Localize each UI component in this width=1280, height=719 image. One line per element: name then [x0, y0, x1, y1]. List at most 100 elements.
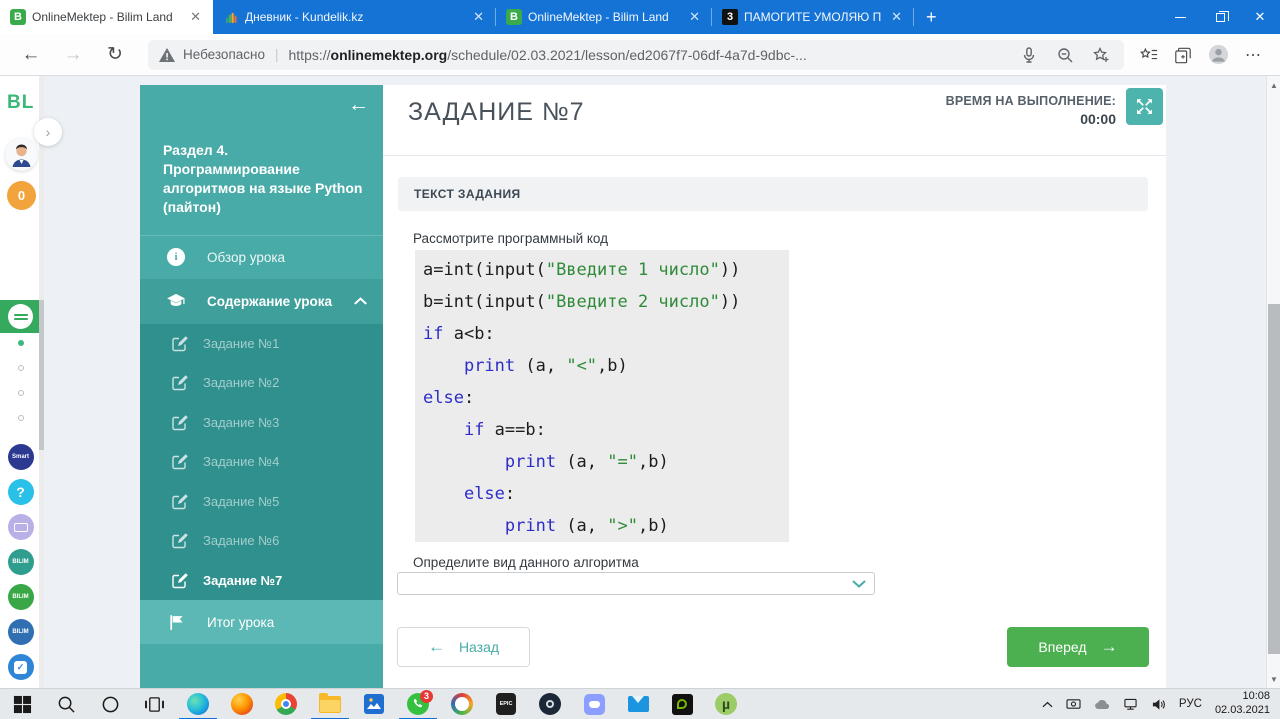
- utorrent-taskbar-icon[interactable]: µ: [704, 689, 748, 719]
- windows-taskbar: 3 EPIC µ РУС 10:08 02.03.2021: [0, 688, 1280, 719]
- url-host: onlinemektep.org: [330, 46, 448, 63]
- itest-icon[interactable]: ✓: [7, 654, 34, 680]
- back-nav-button[interactable]: ←: [16, 40, 46, 70]
- steam-taskbar-icon[interactable]: [528, 689, 572, 719]
- scroll-up-arrow-icon[interactable]: ▲: [1267, 78, 1280, 92]
- cortana-taskbar-icon[interactable]: [88, 689, 132, 719]
- school-logo: [8, 304, 33, 329]
- code-line: if a==b:: [463, 420, 546, 440]
- close-button[interactable]: ✕: [1240, 0, 1280, 34]
- browser-tab[interactable]: 3 ПАМОГИТЕ УМОЛЯЮ ПЖЖЖ ✕: [712, 0, 914, 34]
- task-prompt: Рассмотрите программный код: [413, 231, 609, 246]
- code-line: else:: [463, 484, 516, 504]
- rail-expand-handle[interactable]: ›: [34, 118, 62, 146]
- start-taskbar-icon[interactable]: [0, 689, 44, 719]
- school-banner[interactable]: [0, 300, 41, 333]
- arrow-right-icon: →: [1100, 637, 1118, 656]
- sidebar-item-contents[interactable]: Содержание урока: [140, 278, 383, 324]
- bilim-group-icon[interactable]: BILIM: [7, 619, 34, 645]
- tab-close-icon[interactable]: ✕: [887, 9, 906, 25]
- cast-display-icon[interactable]: [1066, 698, 1081, 711]
- sidebar-task-item[interactable]: Задание №2: [140, 363, 383, 403]
- discord-taskbar-icon[interactable]: [572, 689, 616, 719]
- bilim-media-icon[interactable]: BILIM: [7, 549, 34, 575]
- sidebar-task-item[interactable]: Задание №5: [140, 482, 383, 522]
- scrollbar-thumb[interactable]: [1268, 304, 1280, 654]
- chrome-taskbar-icon[interactable]: [264, 689, 308, 719]
- minimize-button[interactable]: [1160, 0, 1200, 34]
- sidebar-task-item[interactable]: Задание №1: [140, 324, 383, 364]
- back-button[interactable]: ← Назад: [397, 627, 530, 667]
- kundelik-favicon: [223, 9, 239, 25]
- clock[interactable]: 10:08 02.03.2021: [1215, 690, 1270, 718]
- user-avatar[interactable]: [5, 138, 38, 171]
- epic-games-taskbar-icon[interactable]: EPIC: [484, 689, 528, 719]
- sidebar-task-item[interactable]: Задание №6: [140, 521, 383, 561]
- photos-taskbar-icon[interactable]: [352, 689, 396, 719]
- answer-select[interactable]: [397, 572, 875, 595]
- tab-close-icon[interactable]: ✕: [685, 9, 704, 25]
- sidebar-task-item[interactable]: Задание №4: [140, 442, 383, 482]
- zoom-out-icon[interactable]: [1056, 46, 1074, 64]
- rail-scrollbar[interactable]: [39, 76, 44, 688]
- task-view-taskbar-icon[interactable]: [132, 689, 176, 719]
- ubisoft-taskbar-icon[interactable]: [440, 689, 484, 719]
- search-taskbar-icon[interactable]: [44, 689, 88, 719]
- language-indicator[interactable]: РУС: [1179, 698, 1202, 710]
- add-favorite-icon[interactable]: [1092, 46, 1110, 64]
- collections-icon[interactable]: [1174, 46, 1192, 64]
- browser-tab[interactable]: B OnlineMektep - Bilim Land ✕: [0, 0, 213, 34]
- edge-taskbar-icon[interactable]: [176, 689, 220, 719]
- whatsapp-taskbar-icon[interactable]: 3: [396, 689, 440, 719]
- browser-toolbar: ← → ↻ Небезопасно | https://onlinemektep…: [0, 34, 1280, 76]
- security-label: Небезопасно: [183, 47, 265, 62]
- tab-title: ПАМОГИТЕ УМОЛЯЮ ПЖЖЖ: [744, 10, 882, 24]
- more-menu-icon[interactable]: ⋯: [1245, 45, 1262, 65]
- notification-badge[interactable]: 0: [7, 181, 36, 210]
- sidebar-collapse-arrow-icon[interactable]: ←: [348, 93, 369, 117]
- network-icon[interactable]: [1123, 698, 1138, 711]
- fullscreen-button[interactable]: [1126, 88, 1163, 125]
- restore-button[interactable]: [1200, 0, 1240, 34]
- code-line: b=int(input("Введите 2 число")): [423, 292, 741, 312]
- new-tab-button[interactable]: +: [914, 7, 951, 34]
- smart-nation-icon[interactable]: Smart: [7, 444, 34, 470]
- help-icon[interactable]: ?: [7, 479, 34, 505]
- summary-label: Итог урока: [207, 614, 275, 630]
- page-scrollbar[interactable]: ▲ ▼: [1266, 76, 1280, 688]
- file-explorer-taskbar-icon[interactable]: [308, 689, 352, 719]
- mail-taskbar-icon[interactable]: [616, 689, 660, 719]
- favorites-bar-icon[interactable]: [1140, 46, 1158, 64]
- sidebar-item-summary[interactable]: Итог урока: [140, 600, 383, 645]
- browser-tab[interactable]: B OnlineMektep - Bilim Land ✕: [496, 0, 712, 34]
- browser-titlebar: B OnlineMektep - Bilim Land ✕ Дневник - Kun…: [0, 0, 1280, 34]
- keyboard-icon[interactable]: [7, 514, 34, 540]
- sidebar-task-item[interactable]: Задание №7: [140, 561, 383, 601]
- question-label: Определите вид данного алгоритма: [413, 555, 639, 570]
- forward-nav-button[interactable]: →: [58, 40, 88, 70]
- tab-close-icon[interactable]: ✕: [186, 9, 205, 25]
- nvidia-taskbar-icon[interactable]: [660, 689, 704, 719]
- taskbar-app-list: 3 EPIC µ: [0, 689, 748, 719]
- microphone-icon[interactable]: [1020, 46, 1038, 64]
- next-button[interactable]: Вперед →: [1007, 627, 1149, 667]
- bilim-land-icon[interactable]: BILIM: [7, 584, 34, 610]
- tab-close-icon[interactable]: ✕: [469, 9, 488, 25]
- address-bar[interactable]: Небезопасно | https://onlinemektep.org/s…: [148, 39, 1124, 70]
- scroll-down-arrow-icon[interactable]: ▼: [1267, 672, 1280, 686]
- firefox-taskbar-icon[interactable]: [220, 689, 264, 719]
- task-list: Задание №1 Задание №2 Задание №3 Задание №4…: [140, 323, 383, 601]
- sidebar-task-item[interactable]: Задание №3: [140, 403, 383, 443]
- profile-avatar[interactable]: [1208, 44, 1229, 65]
- task-edit-icon: [172, 493, 189, 510]
- volume-icon[interactable]: [1151, 698, 1166, 711]
- onedrive-cloud-icon[interactable]: [1094, 699, 1110, 710]
- rail-dot: [17, 390, 24, 396]
- sidebar-item-overview[interactable]: i Обзор урока: [140, 236, 383, 279]
- rail-dot: [17, 340, 24, 346]
- task-edit-icon: [172, 532, 189, 549]
- system-tray: РУС 10:08 02.03.2021: [1042, 690, 1280, 718]
- browser-tab[interactable]: Дневник - Kundelik.kz ✕: [213, 0, 496, 34]
- refresh-button[interactable]: ↻: [100, 40, 130, 70]
- tray-expand-icon[interactable]: [1042, 701, 1053, 708]
